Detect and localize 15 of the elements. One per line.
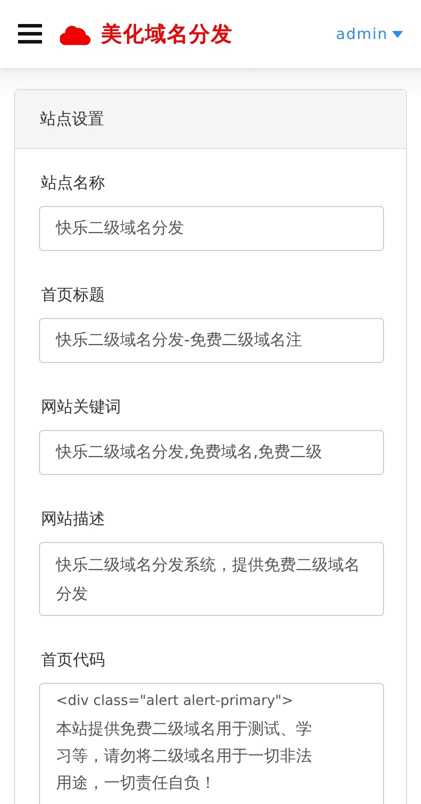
textarea-field[interactable]: 快乐二级域名分发系统，提供免费二级域名分发 (39, 542, 384, 616)
field-label: 站点名称 (41, 173, 106, 194)
field-label: 网站描述 (41, 509, 106, 530)
text-input[interactable]: 快乐二级域名分发,免费域名,免费二级 (39, 430, 384, 475)
caret-icon (392, 30, 403, 38)
text-input[interactable]: 快乐二级域名分发 (39, 206, 384, 251)
cloud-icon (60, 24, 91, 44)
field-label: 首页代码 (41, 650, 106, 671)
card-header: 站点设置 (15, 90, 406, 149)
field-label: 首页标题 (41, 285, 106, 306)
brand-title[interactable]: 美化域名分发 (101, 20, 233, 48)
code-textarea[interactable]: <div class="alert alert-primary"> 本站提供免费二级域名用于测试、学 习等，请勿将二级域名用于一切非法 用途，一切责任自负！ (39, 683, 384, 804)
menu-icon[interactable] (18, 24, 42, 44)
field-label: 网站关键词 (41, 397, 122, 418)
text-input[interactable]: 快乐二级域名分发-免费二级域名注 (39, 318, 384, 363)
